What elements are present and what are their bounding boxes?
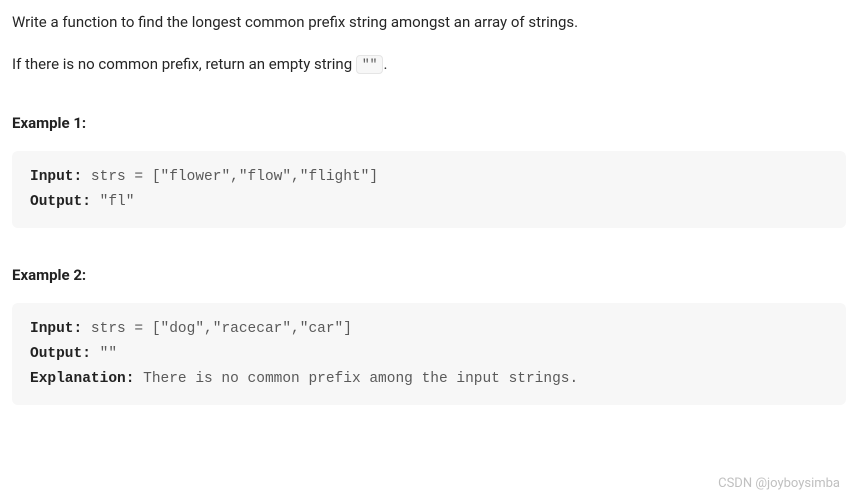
description-text-pre: If there is no common prefix, return an … xyxy=(12,55,356,73)
input-label: Input: xyxy=(30,321,82,337)
example-2: Example 2: Input: strs = ["dog","racecar… xyxy=(12,263,846,405)
problem-description: Write a function to find the longest com… xyxy=(12,10,846,76)
watermark: CSDN @joyboysimba xyxy=(718,474,840,495)
input-value: strs = ["flower","flow","flight"] xyxy=(82,169,378,185)
output-label: Output: xyxy=(30,346,91,362)
example-code-block-1: Input: strs = ["flower","flow","flight"]… xyxy=(12,151,846,228)
input-value: strs = ["dog","racecar","car"] xyxy=(82,321,352,337)
output-label: Output: xyxy=(30,194,91,210)
explanation-label: Explanation: xyxy=(30,371,134,387)
example-1: Example 1: Input: strs = ["flower","flow… xyxy=(12,111,846,228)
description-line-2: If there is no common prefix, return an … xyxy=(12,52,846,76)
description-line-1: Write a function to find the longest com… xyxy=(12,10,846,34)
example-heading-1: Example 1: xyxy=(12,111,846,135)
explanation-value: There is no common prefix among the inpu… xyxy=(134,371,578,387)
output-value: "fl" xyxy=(91,194,135,210)
example-heading-2: Example 2: xyxy=(12,263,846,287)
description-text-post: . xyxy=(383,55,387,73)
inline-code-empty-string: "" xyxy=(356,55,384,74)
example-code-block-2: Input: strs = ["dog","racecar","car"] Ou… xyxy=(12,303,846,405)
output-value: "" xyxy=(91,346,117,362)
input-label: Input: xyxy=(30,169,82,185)
